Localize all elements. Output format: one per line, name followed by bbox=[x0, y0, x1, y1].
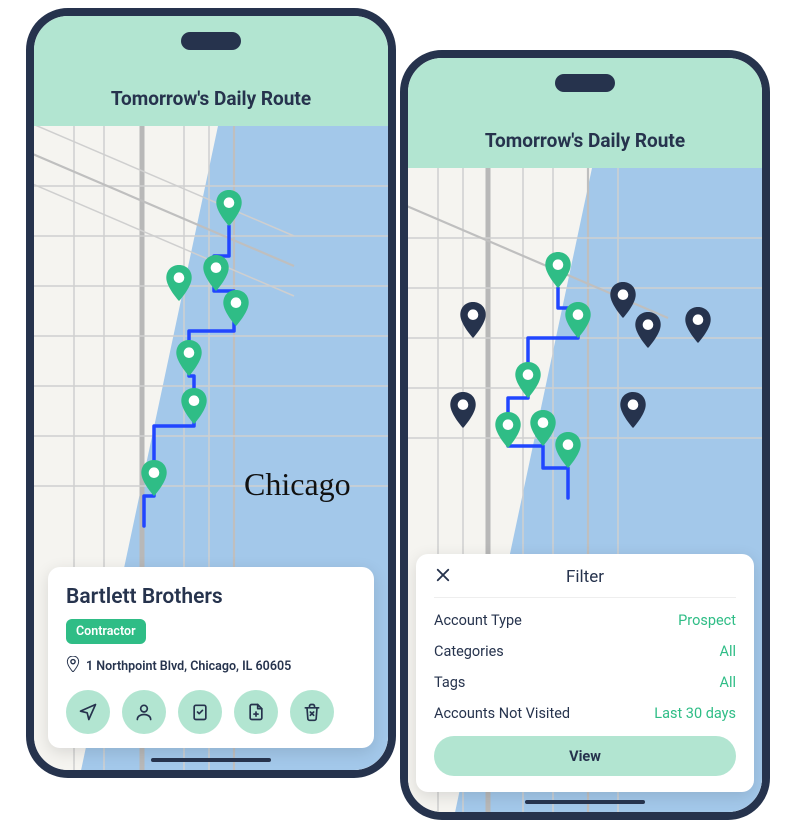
notch bbox=[181, 32, 241, 50]
filter-row[interactable]: Accounts Not Visited Last 30 days bbox=[434, 705, 736, 722]
filter-row-value: All bbox=[719, 674, 736, 691]
home-indicator[interactable] bbox=[151, 758, 271, 762]
checkin-button[interactable] bbox=[178, 690, 222, 734]
map-pin-green[interactable] bbox=[223, 290, 249, 326]
map-pin-green[interactable] bbox=[176, 340, 202, 376]
map-pin-green[interactable] bbox=[181, 388, 207, 424]
account-detail-card: Bartlett Brothers Contractor 1 Northpoin… bbox=[48, 567, 374, 748]
map-pin-navy[interactable] bbox=[610, 282, 636, 318]
home-indicator[interactable] bbox=[525, 800, 645, 804]
account-title: Bartlett Brothers bbox=[66, 585, 356, 609]
account-address: 1 Northpoint Blvd, Chicago, IL 60605 bbox=[86, 659, 291, 674]
map-pin-green[interactable] bbox=[555, 432, 581, 468]
close-icon bbox=[434, 566, 452, 584]
city-label: Chicago bbox=[244, 466, 351, 503]
map-pin-green[interactable] bbox=[216, 190, 242, 226]
map-pin-navy[interactable] bbox=[450, 392, 476, 428]
view-button[interactable]: View bbox=[434, 736, 736, 776]
map-pin-green[interactable] bbox=[530, 410, 556, 446]
notch bbox=[555, 74, 615, 92]
pin-icon bbox=[66, 656, 80, 676]
map-pin-navy[interactable] bbox=[460, 302, 486, 338]
person-icon bbox=[134, 702, 154, 722]
filter-row-value: Prospect bbox=[678, 612, 736, 629]
map-pin-navy[interactable] bbox=[685, 307, 711, 343]
map-pin-green[interactable] bbox=[495, 412, 521, 448]
add-note-button[interactable] bbox=[234, 690, 278, 734]
phone-right: Tomorrow's Daily Route Filter bbox=[400, 50, 770, 820]
map-pin-green[interactable] bbox=[141, 460, 167, 496]
filter-row-label: Categories bbox=[434, 643, 504, 660]
account-chip: Contractor bbox=[66, 619, 146, 644]
header-title: Tomorrow's Daily Route bbox=[111, 87, 311, 110]
filter-row[interactable]: Tags All bbox=[434, 674, 736, 691]
map-pin-green[interactable] bbox=[565, 302, 591, 338]
filter-card: Filter Account Type Prospect Categories All… bbox=[416, 554, 754, 792]
map-pin-green[interactable] bbox=[515, 362, 541, 398]
filter-row-label: Accounts Not Visited bbox=[434, 705, 570, 722]
contact-button[interactable] bbox=[122, 690, 166, 734]
delete-button[interactable] bbox=[290, 690, 334, 734]
map-pin-navy[interactable] bbox=[635, 312, 661, 348]
add-note-icon bbox=[246, 702, 266, 722]
account-address-row: 1 Northpoint Blvd, Chicago, IL 60605 bbox=[66, 656, 356, 676]
action-row bbox=[66, 690, 356, 734]
checklist-icon bbox=[190, 702, 210, 722]
filter-row-value: All bbox=[719, 643, 736, 660]
phone-left: Tomorrow's Daily Route Chicago Bartlet bbox=[26, 8, 396, 778]
filter-row-label: Tags bbox=[434, 674, 465, 691]
map-pin-green[interactable] bbox=[203, 255, 229, 291]
map-pin-navy[interactable] bbox=[620, 392, 646, 428]
trash-icon bbox=[302, 702, 322, 722]
filter-row[interactable]: Account Type Prospect bbox=[434, 612, 736, 629]
close-button[interactable] bbox=[434, 566, 464, 587]
filter-title: Filter bbox=[464, 567, 706, 587]
map-pin-green[interactable] bbox=[545, 252, 571, 288]
navigate-button[interactable] bbox=[66, 690, 110, 734]
filter-row-label: Account Type bbox=[434, 612, 522, 629]
map-pin-green[interactable] bbox=[166, 265, 192, 301]
filter-row-value: Last 30 days bbox=[654, 705, 736, 722]
filter-row[interactable]: Categories All bbox=[434, 643, 736, 660]
navigate-icon bbox=[78, 702, 98, 722]
header-title: Tomorrow's Daily Route bbox=[485, 129, 685, 152]
